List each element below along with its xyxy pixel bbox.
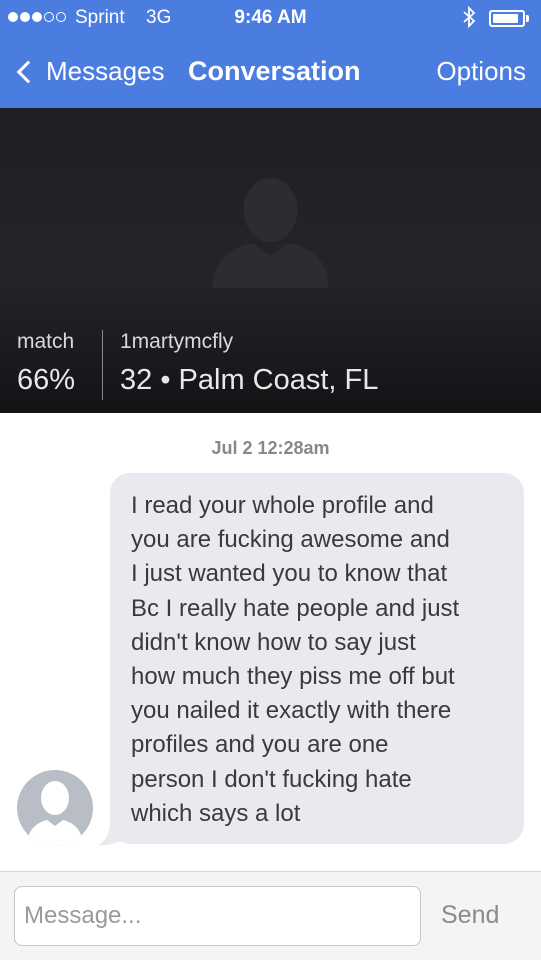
message-input[interactable] <box>14 886 421 946</box>
battery-icon <box>489 10 525 27</box>
message-line: Bc I really hate people and just <box>131 594 460 622</box>
avatar[interactable] <box>17 770 93 846</box>
person-silhouette-icon <box>213 178 328 288</box>
chevron-left-icon <box>16 60 40 83</box>
send-button[interactable]: Send <box>441 901 499 930</box>
status-bar: Sprint 3G 9:46 AM <box>0 0 541 36</box>
battery-tip <box>526 15 529 22</box>
profile-header[interactable]: match 66% 1martymcfly 32 • Palm Coast, F… <box>0 108 541 413</box>
message-line: you are fucking awesome and <box>131 526 450 554</box>
page-title: Conversation <box>188 56 361 86</box>
status-time: 9:46 AM <box>234 7 307 28</box>
username[interactable]: 1martymcfly <box>120 330 233 354</box>
age-location: 32 • Palm Coast, FL <box>120 364 379 396</box>
match-label: match <box>17 330 75 353</box>
message-line: you nailed it exactly with there <box>131 697 452 725</box>
message-line: person I don't fucking hate <box>131 765 412 793</box>
message-line: how much they piss me off but <box>131 663 455 691</box>
options-button[interactable]: Options <box>436 56 526 87</box>
message-line: I read your whole profile and <box>131 492 434 519</box>
message-line: profiles and you are one <box>131 731 389 759</box>
message-composer: Send <box>0 871 541 960</box>
back-label: Messages <box>46 56 165 86</box>
message-line: I just wanted you to know that <box>131 560 448 588</box>
back-button[interactable]: Messages <box>14 56 165 87</box>
divider <box>102 330 103 400</box>
message-thread[interactable]: Jul 2 12:28am I read your whole profile … <box>0 413 541 871</box>
battery-level <box>493 14 519 23</box>
message-timestamp: Jul 2 12:28am <box>211 438 330 458</box>
bluetooth-icon <box>462 5 476 34</box>
message-bubble: I read your whole profile and you are fu… <box>110 473 524 844</box>
message-line: which says a lot <box>131 799 301 827</box>
navigation-bar: Messages Conversation Options <box>0 36 541 108</box>
message-line: didn't know how to say just <box>131 628 416 656</box>
person-silhouette-icon <box>27 781 83 846</box>
match-percentage: 66% <box>17 364 76 396</box>
